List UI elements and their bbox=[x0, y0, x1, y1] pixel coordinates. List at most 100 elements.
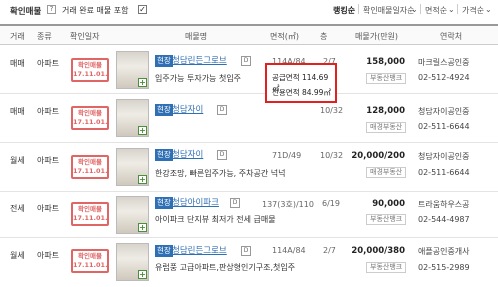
detail-icon[interactable]: D bbox=[241, 56, 251, 66]
listing-name-link[interactable]: 청담린든그로브 bbox=[172, 55, 227, 67]
listing-name-link[interactable]: 청담자이 bbox=[172, 149, 203, 161]
agent-source-button[interactable]: 부동산뱅크 bbox=[366, 73, 407, 84]
table-row[interactable]: 전세 아파트 확인매물 17.11.01. + 현장 청담아이파크 D 아이파크… bbox=[0, 193, 498, 238]
agent-phone: 02-544-4987 bbox=[418, 215, 470, 224]
onsite-badge: 현장 bbox=[155, 245, 173, 257]
price-value: 20,000/380 bbox=[351, 246, 405, 256]
plus-icon[interactable]: + bbox=[138, 270, 147, 279]
stamp-date: 17.11.01. bbox=[73, 261, 108, 269]
deal-type: 월세 bbox=[10, 251, 25, 260]
agent-source-button[interactable]: 부동산뱅크 bbox=[366, 262, 407, 273]
property-type: 아파트 bbox=[37, 156, 60, 165]
agent-name[interactable]: 애플공인중개사 bbox=[418, 246, 470, 257]
stamp-date: 17.11.01. bbox=[73, 214, 108, 222]
confirm-stamp: 확인매물 17.11.01. bbox=[71, 106, 109, 130]
sort-ranking[interactable]: 랭킹순 bbox=[333, 5, 355, 16]
divider bbox=[358, 4, 359, 14]
sort-price-arrow[interactable]: ⌄ bbox=[485, 5, 492, 14]
area-value[interactable]: 114A/84 bbox=[272, 246, 306, 255]
stamp-label: 확인매물 bbox=[78, 205, 102, 213]
agent-name[interactable]: 청담자이공인중 bbox=[418, 151, 470, 162]
plus-icon[interactable]: + bbox=[138, 126, 147, 135]
col-floor: 층 bbox=[320, 32, 328, 41]
agent-phone: 02-515-2989 bbox=[418, 263, 470, 272]
col-confirm-date: 확인일자 bbox=[70, 32, 100, 41]
property-type: 아파트 bbox=[37, 59, 60, 68]
agent-name[interactable]: 마크릴스공인중 bbox=[418, 57, 470, 68]
agent-phone: 02-511-6644 bbox=[418, 168, 470, 177]
listing-thumbnail[interactable]: + bbox=[116, 51, 149, 89]
area-value[interactable]: 71D/49 bbox=[272, 151, 301, 160]
col-listing-name: 매물명 bbox=[185, 32, 208, 41]
stamp-date: 17.11.01. bbox=[73, 118, 108, 126]
col-area: 면적(㎡) bbox=[270, 32, 299, 41]
agent-source-button[interactable]: 매경부동산 bbox=[366, 167, 407, 178]
detail-icon[interactable]: D bbox=[217, 105, 227, 115]
detail-icon[interactable]: D bbox=[217, 150, 227, 160]
listing-description: 입주가능 투자가능 첫입주 bbox=[155, 74, 242, 83]
table-row[interactable]: 월세 아파트 확인매물 17.11.01. + 현장 청담린든그로브 D 유럽풍… bbox=[0, 239, 498, 287]
deal-type: 월세 bbox=[10, 156, 25, 165]
detail-icon[interactable]: D bbox=[241, 246, 251, 256]
col-price: 매물가(만원) bbox=[355, 32, 399, 41]
deal-type: 전세 bbox=[10, 204, 25, 213]
listing-name-link[interactable]: 청담린든그로브 bbox=[172, 245, 227, 257]
area-value[interactable]: 137(3호)/110 bbox=[262, 199, 314, 210]
stamp-date: 17.11.01. bbox=[73, 167, 108, 175]
stamp-label: 확인매물 bbox=[78, 252, 102, 260]
exclusive-area: 전용면적 84.99㎡ bbox=[272, 88, 331, 97]
sort-confirm-date[interactable]: 확인매물일자순 bbox=[363, 5, 415, 16]
confirm-stamp: 확인매물 17.11.01. bbox=[71, 155, 109, 179]
property-type: 아파트 bbox=[37, 204, 60, 213]
listing-thumbnail[interactable]: + bbox=[116, 196, 149, 234]
stamp-label: 확인매물 bbox=[78, 158, 102, 166]
help-icon[interactable]: ? bbox=[47, 5, 56, 14]
table-row[interactable]: 매매 아파트 확인매물 17.11.01. + 현장 청담자이 D 10/32 … bbox=[0, 95, 498, 143]
sort-area-arrow[interactable]: ⌄ bbox=[448, 5, 455, 14]
plus-icon[interactable]: + bbox=[138, 175, 147, 184]
sort-dd-arrow[interactable]: ⌄ bbox=[411, 5, 418, 14]
deal-type: 매매 bbox=[10, 59, 25, 68]
agent-name[interactable]: 트라움하우스공 bbox=[418, 199, 470, 210]
filter-bar: 확인매물 ? 거래 완료 매물 포함 ✓ 랭킹순 확인매물일자순 ⌄ 면적순 ⌄… bbox=[0, 0, 498, 20]
agent-source-button[interactable]: 부동산뱅크 bbox=[366, 214, 407, 225]
listing-description: 한강조망, 빠른입주가능, 주차공간 넉넉 bbox=[155, 169, 286, 178]
listing-description: 유럽풍 고급아파트,판상형인기구조,첫입주 bbox=[155, 263, 296, 272]
price-value: 90,000 bbox=[372, 199, 405, 209]
sort-price[interactable]: 가격순 bbox=[462, 5, 484, 16]
section-title: 확인매물 bbox=[10, 7, 42, 17]
plus-icon[interactable]: + bbox=[138, 78, 147, 87]
confirm-stamp: 확인매물 17.11.01. bbox=[71, 202, 109, 226]
plus-icon[interactable]: + bbox=[138, 223, 147, 232]
table-header: 거래 종류 확인일자 매물명 면적(㎡) 층 매물가(만원) 연락처 bbox=[0, 24, 498, 45]
col-deal: 거래 bbox=[10, 32, 25, 41]
table-row[interactable]: 매매 아파트 확인매물 17.11.01. + 현장 청담린든그로브 D 입주가… bbox=[0, 46, 498, 94]
listing-thumbnail[interactable]: + bbox=[116, 148, 149, 186]
sort-area[interactable]: 면적순 bbox=[425, 5, 447, 16]
table-row[interactable]: 월세 아파트 확인매물 17.11.01. + 현장 청담자이 D 한강조망, … bbox=[0, 144, 498, 192]
listing-description: 아이파크 단지뷰 최저가 전세 급매물 bbox=[155, 215, 276, 224]
property-type: 아파트 bbox=[37, 251, 60, 260]
price-value: 158,000 bbox=[366, 57, 405, 67]
divider bbox=[420, 4, 421, 14]
listing-thumbnail[interactable]: + bbox=[116, 99, 149, 137]
onsite-badge: 현장 bbox=[155, 55, 173, 67]
area-tooltip: 공급면적 114.69㎡ 전용면적 84.99㎡ bbox=[265, 63, 337, 103]
onsite-badge: 현장 bbox=[155, 197, 173, 209]
detail-icon[interactable]: D bbox=[230, 198, 240, 208]
property-type: 아파트 bbox=[37, 107, 60, 116]
agent-name[interactable]: 청담자이공인중 bbox=[418, 106, 470, 117]
onsite-badge: 현장 bbox=[155, 149, 173, 161]
agent-phone: 02-511-6644 bbox=[418, 122, 470, 131]
listing-name-link[interactable]: 청담아이파크 bbox=[172, 197, 219, 209]
confirm-stamp: 확인매물 17.11.01. bbox=[71, 249, 109, 273]
include-completed-checkbox[interactable]: ✓ bbox=[138, 5, 147, 14]
agent-source-button[interactable]: 매경부동산 bbox=[366, 122, 407, 133]
listing-thumbnail[interactable]: + bbox=[116, 243, 149, 281]
listing-name-link[interactable]: 청담자이 bbox=[172, 104, 203, 116]
stamp-label: 확인매물 bbox=[78, 109, 102, 117]
deal-type: 매매 bbox=[10, 107, 25, 116]
col-type: 종류 bbox=[37, 32, 52, 41]
price-value: 20,000/200 bbox=[351, 151, 405, 161]
include-completed-label: 거래 완료 매물 포함 bbox=[62, 6, 129, 15]
